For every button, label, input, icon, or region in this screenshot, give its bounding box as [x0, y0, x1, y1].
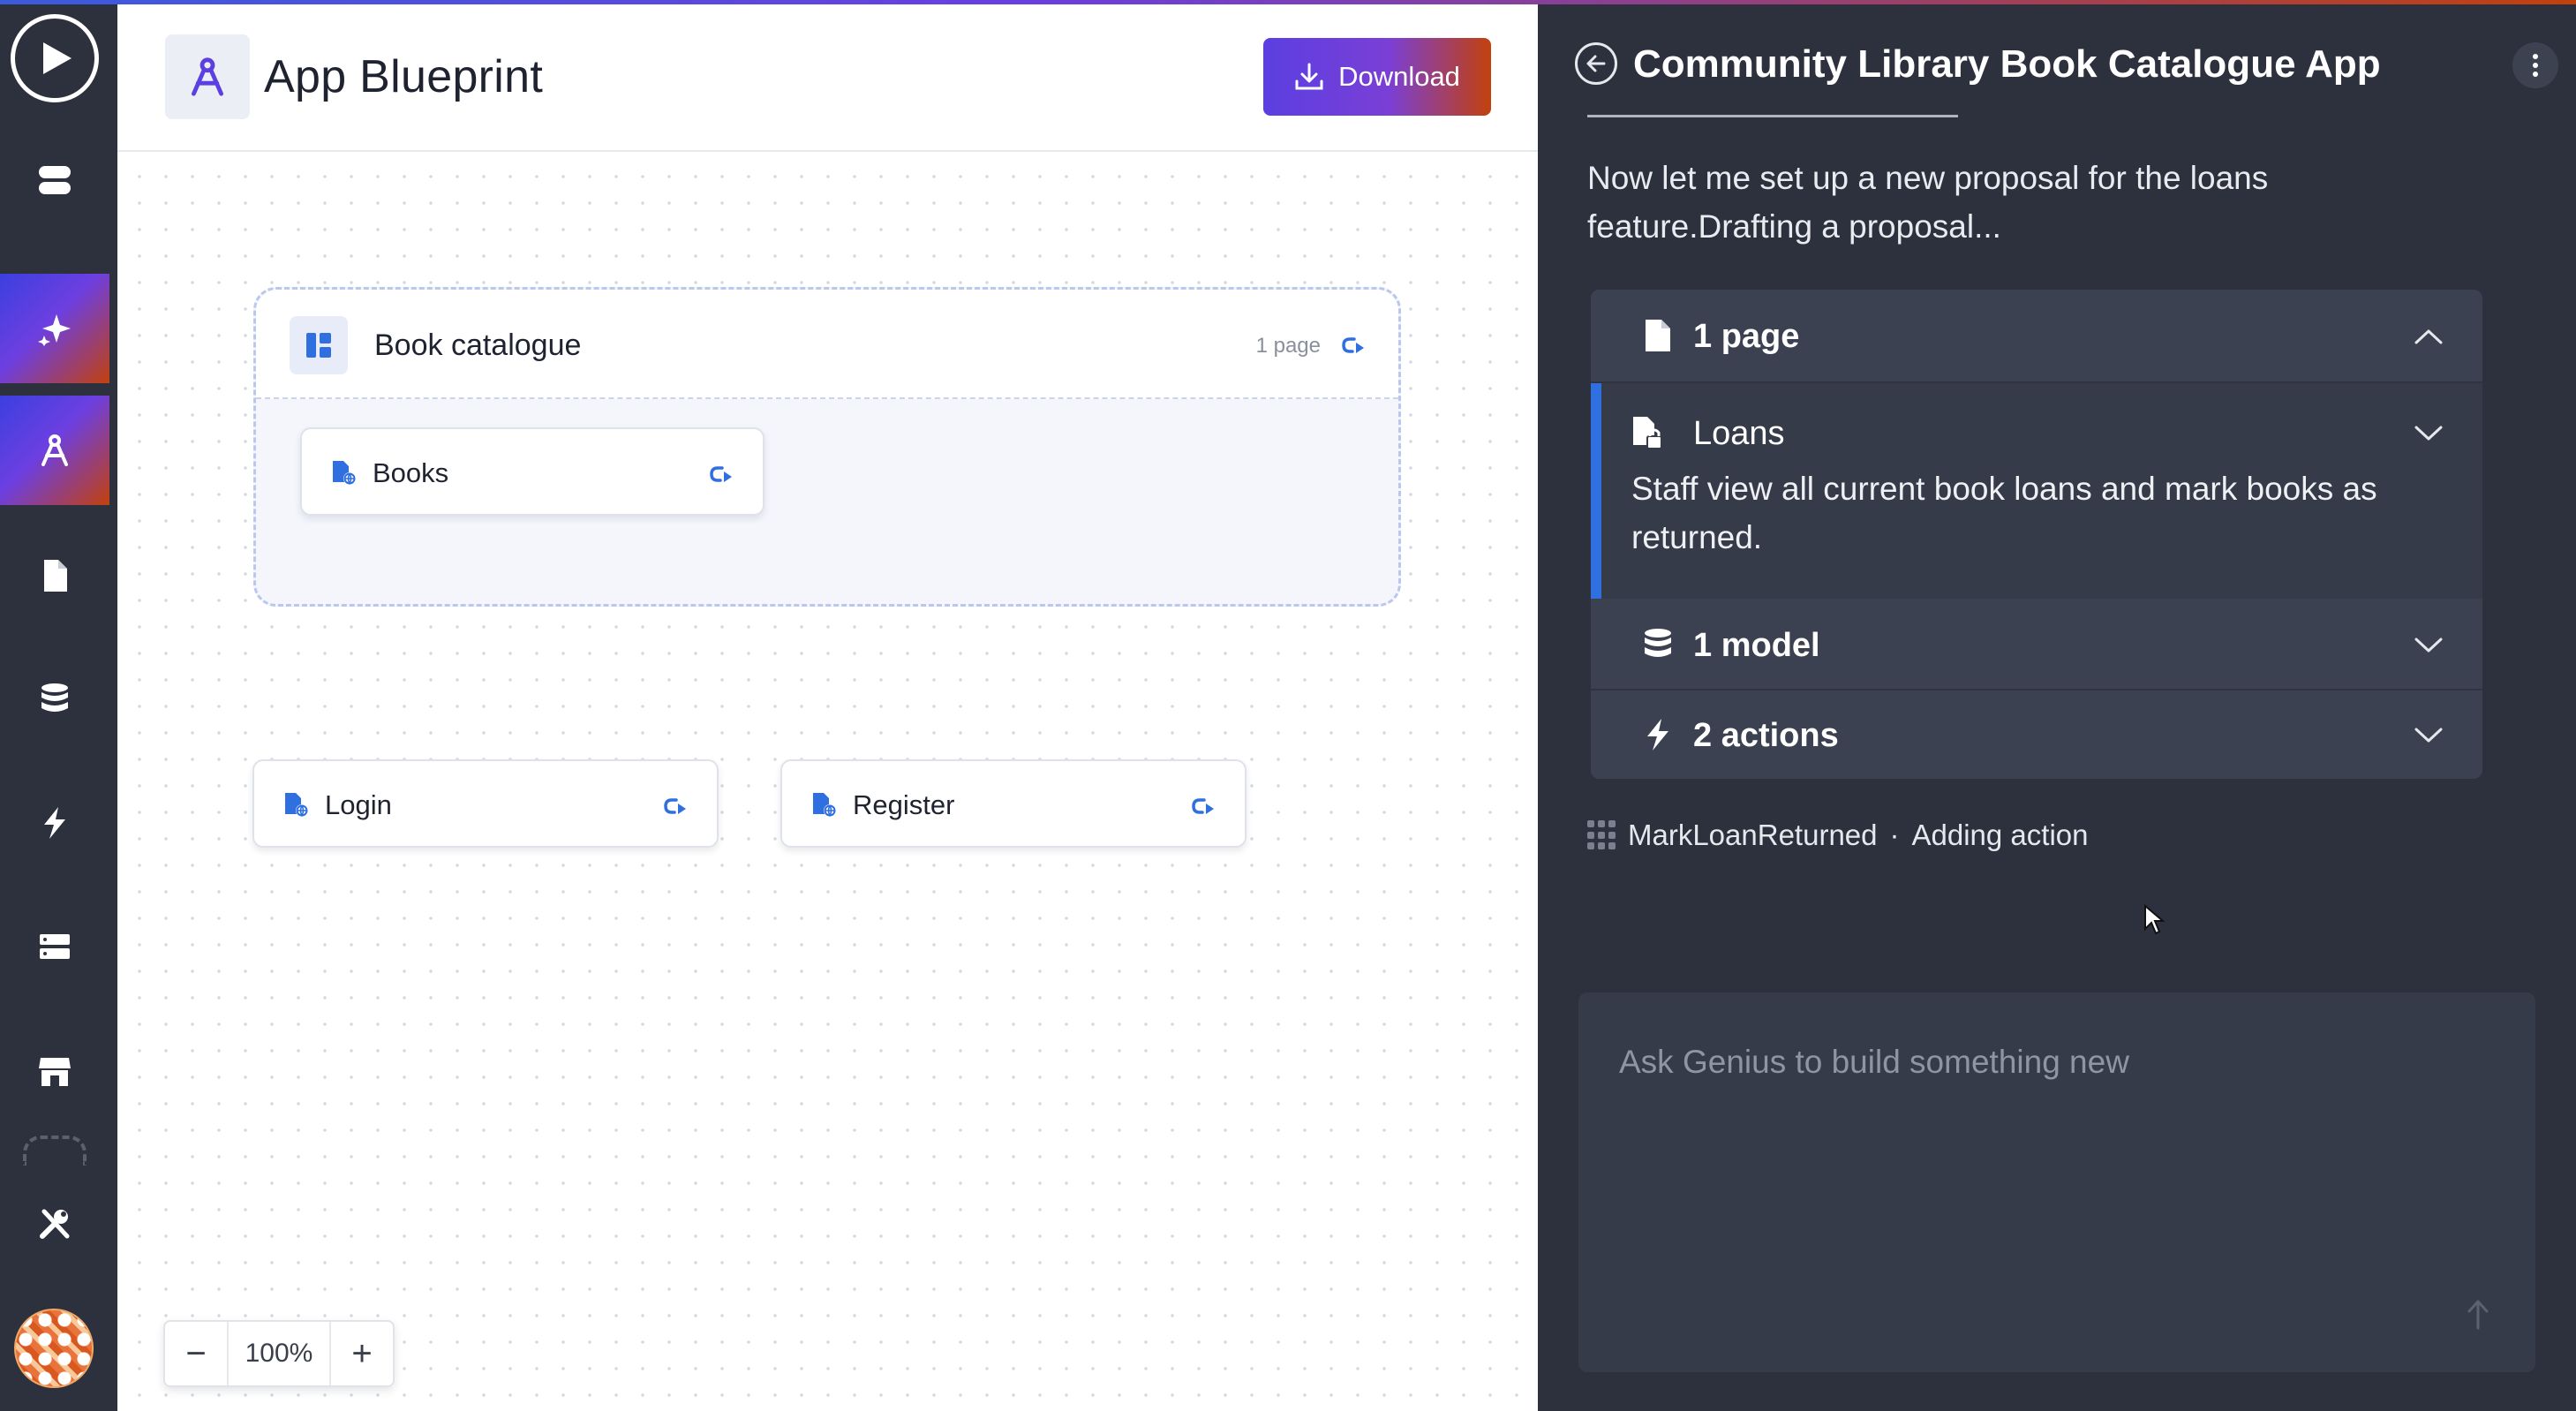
zoom-level: 100% — [227, 1322, 331, 1385]
download-label: Download — [1338, 61, 1460, 92]
chevron-down-icon — [2414, 426, 2443, 441]
genius-chat-panel: Community Library Book Catalogue App Now… — [1538, 0, 2576, 1411]
arrow-up-icon — [2467, 1300, 2489, 1330]
panel-header: Community Library Book Catalogue App — [1538, 0, 2576, 124]
page-icon — [1646, 320, 1670, 351]
rail-layers-button[interactable] — [0, 125, 109, 235]
chat-composer — [1578, 992, 2535, 1372]
models-count-label: 1 model — [1693, 627, 1820, 664]
link-icon[interactable] — [662, 793, 689, 819]
back-button[interactable] — [1575, 42, 1617, 85]
kebab-menu-icon — [2533, 54, 2538, 77]
rail-servers-button[interactable] — [0, 892, 109, 1001]
mouse-cursor-icon — [2144, 904, 2165, 935]
page-title: App Blueprint — [264, 51, 544, 102]
page-item-description: Staff view all current book loans and ma… — [1631, 471, 2377, 555]
page-node-label: Books — [373, 457, 449, 488]
link-icon[interactable] — [1340, 332, 1367, 358]
group-page-count: 1 page — [1255, 334, 1321, 358]
zoom-out-button[interactable]: − — [165, 1322, 227, 1385]
proposal-card: 1 page Loans Staff view all current book… — [1591, 290, 2482, 779]
page-group-book-catalogue[interactable]: Book catalogue 1 page Books — [253, 287, 1401, 607]
canvas-header: App Blueprint Download — [117, 4, 1538, 152]
play-icon — [11, 14, 99, 102]
status-separator: · — [1889, 819, 1900, 851]
icon-rail — [0, 0, 117, 1411]
more-options-button[interactable] — [2512, 42, 2558, 88]
rail-actions-button[interactable] — [0, 768, 109, 878]
blueprint-canvas[interactable]: App Blueprint Download Book catalogue 1 … — [117, 4, 1538, 1411]
database-icon — [1645, 629, 1671, 657]
page-item-title: Loans — [1693, 415, 1785, 452]
user-avatar[interactable] — [14, 1309, 94, 1388]
sparkle-icon — [38, 314, 71, 346]
group-layout-icon — [290, 316, 348, 374]
pages-section-header[interactable]: 1 page — [1591, 290, 2482, 383]
group-header: Book catalogue 1 page — [256, 290, 1398, 399]
rail-play-button[interactable] — [0, 4, 109, 113]
rail-pages-button[interactable] — [0, 521, 109, 630]
page-node-label: Login — [325, 789, 392, 820]
blueprint-logo — [165, 34, 250, 119]
project-title: Community Library Book Catalogue App — [1633, 42, 2381, 86]
page-item-loans[interactable]: Loans Staff view all current book loans … — [1591, 385, 2482, 599]
page-node-register[interactable]: Register — [780, 759, 1247, 848]
layers-icon — [39, 166, 71, 194]
chat-input[interactable] — [1619, 1044, 2414, 1081]
rail-data-button[interactable] — [0, 645, 109, 754]
assistant-message: Now let me set up a new proposal for the… — [1587, 160, 2269, 245]
models-section-header[interactable]: 1 model — [1591, 599, 2482, 690]
link-icon[interactable] — [708, 461, 734, 487]
page-lock-icon — [1633, 417, 1662, 449]
panel-scrollbar[interactable] — [2571, 0, 2576, 1411]
blueprint-icon — [41, 434, 68, 466]
status-text: Adding action — [1911, 819, 2089, 851]
link-icon[interactable] — [1190, 793, 1216, 819]
top-gradient-strip — [0, 0, 2576, 4]
server-icon — [40, 934, 70, 959]
zoom-control: − 100% + — [163, 1320, 395, 1387]
download-icon — [1295, 63, 1323, 90]
chevron-up-icon — [2414, 329, 2443, 344]
page-node-books[interactable]: Books — [300, 427, 765, 516]
page-globe-icon — [813, 793, 836, 818]
rail-tools-button[interactable] — [0, 1169, 109, 1279]
group-title: Book catalogue — [374, 328, 582, 362]
rail-blueprint-button[interactable] — [0, 396, 109, 505]
tools-icon — [40, 1209, 70, 1239]
rail-genius-button[interactable] — [0, 274, 109, 383]
actions-count-label: 2 actions — [1693, 717, 1839, 754]
database-icon — [41, 683, 68, 712]
loading-dots-icon — [1587, 820, 1616, 850]
page-node-login[interactable]: Login — [252, 759, 719, 848]
scrolled-message-remnant — [1587, 102, 2205, 120]
chevron-down-icon — [2414, 728, 2443, 743]
arrow-left-icon — [1586, 55, 1606, 72]
bolt-icon — [1647, 719, 1668, 751]
status-action-name: MarkLoanReturned — [1628, 819, 1878, 851]
actions-section-header[interactable]: 2 actions — [1591, 690, 2482, 779]
send-button[interactable] — [2456, 1293, 2500, 1337]
page-icon — [44, 560, 67, 592]
bolt-icon — [44, 807, 65, 839]
rail-divider — [23, 1136, 87, 1166]
page-globe-icon — [285, 793, 308, 818]
pages-count-label: 1 page — [1693, 318, 1800, 355]
rail-store-button[interactable] — [0, 1017, 109, 1127]
page-globe-icon — [333, 461, 356, 486]
store-icon — [39, 1058, 71, 1086]
progress-status: MarkLoanReturned · Adding action — [1587, 818, 2088, 853]
zoom-in-button[interactable]: + — [331, 1322, 393, 1385]
compass-icon — [192, 57, 223, 96]
page-node-label: Register — [853, 789, 955, 820]
download-button[interactable]: Download — [1263, 38, 1491, 116]
chevron-down-icon — [2414, 638, 2443, 653]
